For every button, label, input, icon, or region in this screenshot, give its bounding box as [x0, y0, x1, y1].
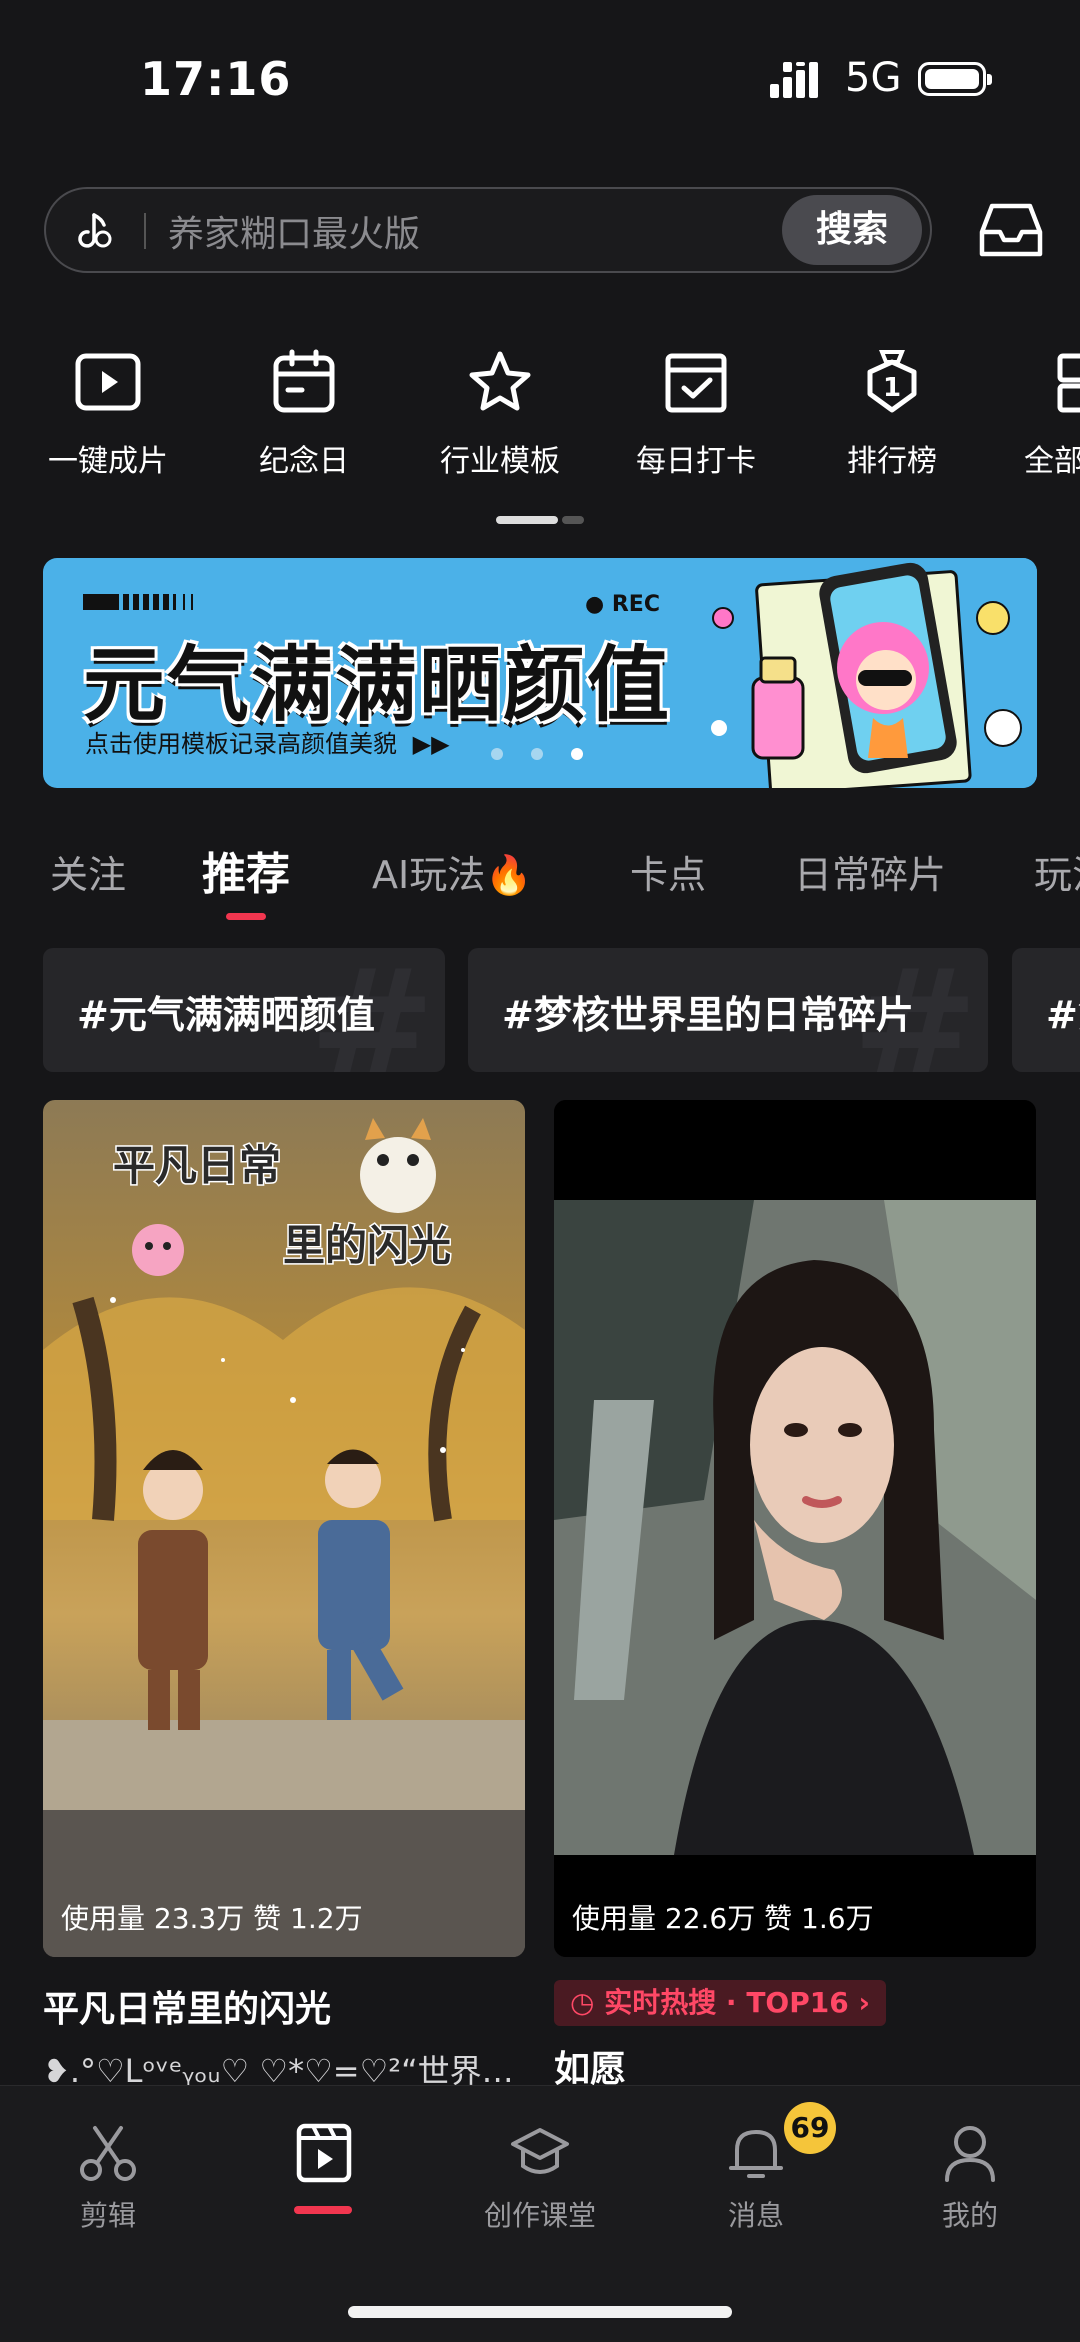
shortcut-label: 每日打卡 — [636, 444, 756, 479]
bottom-nav: 剪辑 创作课堂 消息 69 我的 — [0, 2085, 1080, 2342]
tab-ai-play[interactable]: AI玩法🔥 — [372, 844, 533, 899]
tab-recommend[interactable]: 推荐 — [202, 838, 290, 902]
trending-tag[interactable]: ◷ 实时热搜 · TOP16 › — [554, 1980, 887, 2026]
nav-edit[interactable]: 剪辑 — [18, 2122, 198, 2234]
shortcut-label: 排行榜 — [847, 444, 937, 479]
medal-icon: 1 — [867, 350, 917, 413]
nav-profile[interactable]: 我的 — [880, 2122, 1060, 2234]
person-icon — [945, 2126, 995, 2182]
tab-gameplay[interactable]: 玩法 — [1034, 844, 1080, 899]
banner-rec-label: ● REC — [585, 592, 660, 617]
shortcut-all[interactable]: 全部 — [1008, 346, 1080, 480]
banner-page-dots — [491, 748, 611, 764]
template-card[interactable]: 使用量 22.6万 赞 1.6万 — [554, 1100, 1036, 1957]
search-button[interactable]: 搜索 — [782, 195, 922, 265]
card1-overlay-text-1: 平凡日常 — [113, 1141, 281, 1190]
chevron-right-icon: › — [848, 1986, 871, 2019]
search-bar[interactable]: 养家糊口最火版 搜索 — [44, 187, 932, 273]
home-indicator[interactable] — [348, 2306, 732, 2318]
nav-active-indicator — [294, 2206, 352, 2214]
hashtag-label: #第 — [1046, 993, 1080, 1037]
signal-icon — [770, 62, 818, 98]
nav-creator-class[interactable]: 创作课堂 — [450, 2122, 630, 2234]
tab-active-indicator — [226, 913, 266, 920]
shortcut-one-click[interactable]: 一键成片 — [28, 346, 188, 480]
graduation-cap-icon — [511, 2128, 569, 2174]
battery-icon — [918, 62, 992, 96]
film-bars-icon — [83, 594, 193, 610]
banner-title: 元气满满晒颜值 — [83, 638, 672, 733]
shortcut-label: 行业模板 — [440, 444, 560, 479]
card-usage-stats: 使用量 23.3万 赞 1.2万 — [61, 1902, 363, 1935]
template-card[interactable]: 平凡日常 里的闪光 使用量 23.3万 赞 1.2万 — [43, 1100, 525, 1957]
tab-beat-sync[interactable]: 卡点 — [630, 844, 706, 899]
banner-illustration — [703, 558, 1037, 788]
shortcut-anniversary[interactable]: 纪念日 — [224, 346, 384, 480]
play-square-icon — [75, 353, 141, 411]
hashtag-label: #梦核世界里的日常碎片 — [502, 993, 914, 1037]
shortcut-label: 一键成片 — [48, 444, 168, 479]
shortcut-label: 纪念日 — [259, 444, 349, 479]
shortcut-industry-templates[interactable]: 行业模板 — [420, 346, 580, 480]
nav-label: 消息 — [727, 2199, 784, 2232]
card-usage-stats: 使用量 22.6万 赞 1.6万 — [572, 1902, 874, 1935]
banner-subtitle: 点击使用模板记录高颜值美貌 ▶▶ — [85, 730, 450, 758]
status-time: 17:16 — [140, 52, 292, 106]
capcut-music-logo-icon — [78, 213, 112, 248]
shortcut-label: 全部 — [1024, 444, 1080, 479]
search-placeholder[interactable]: 养家糊口最火版 — [168, 205, 420, 257]
hashtag-chip[interactable]: #第 — [1012, 948, 1080, 1072]
star-icon — [469, 351, 531, 411]
nav-templates[interactable] — [234, 2122, 414, 2194]
hashtag-chip[interactable]: # #梦核世界里的日常碎片 — [468, 948, 988, 1072]
inbox-icon[interactable] — [978, 200, 1044, 260]
tab-follow[interactable]: 关注 — [50, 844, 126, 899]
hashtag-chip[interactable]: # #元气满满晒颜值 — [43, 948, 445, 1072]
hashtag-label: #元气满满晒颜值 — [77, 993, 375, 1037]
tab-daily-fragments[interactable]: 日常碎片 — [794, 844, 946, 899]
svg-text:1: 1 — [883, 373, 901, 403]
check-calendar-icon — [665, 353, 727, 413]
grid-icon — [1057, 353, 1080, 413]
card-thumbnail-portrait — [554, 1100, 1036, 1957]
promo-banner[interactable]: ● REC 元气满满晒颜值 点击使用模板记录高颜值美貌 ▶▶ — [43, 558, 1037, 788]
search-divider — [144, 213, 146, 249]
bell-icon — [729, 2130, 783, 2178]
nav-label: 剪辑 — [79, 2199, 136, 2232]
notification-badge: 69 — [784, 2102, 836, 2154]
shortcut-ranking[interactable]: 1 排行榜 — [812, 346, 972, 480]
calendar-icon — [273, 349, 335, 413]
nav-label: 我的 — [941, 2199, 998, 2232]
nav-label: 创作课堂 — [483, 2199, 596, 2232]
shortcut-pager — [496, 516, 584, 524]
card-title[interactable]: 平凡日常里的闪光 — [43, 1980, 331, 2032]
card-thumbnail-kids-autumn: 平凡日常 里的闪光 — [43, 1100, 525, 1957]
network-type: 5G — [845, 55, 902, 101]
template-icon — [296, 2123, 352, 2183]
clock-icon: ◷ — [570, 1986, 605, 2019]
shortcut-daily-checkin[interactable]: 每日打卡 — [616, 346, 776, 480]
card1-overlay-text-2: 里的闪光 — [283, 1221, 451, 1270]
scissors-icon — [80, 2126, 136, 2181]
